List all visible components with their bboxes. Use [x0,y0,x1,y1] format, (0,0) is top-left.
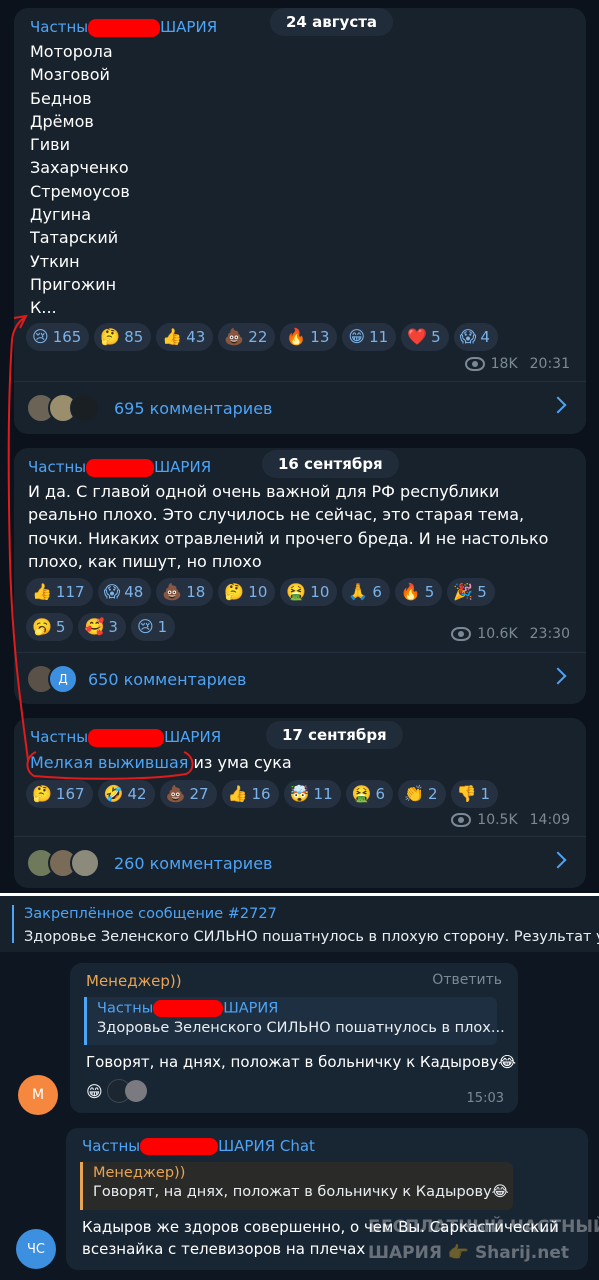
sender-name[interactable]: Менеджер)) [86,972,182,990]
redaction-mark [140,1138,219,1155]
avatar [124,1080,147,1102]
channel-feed: Частны ШАРИЯ 24 августа Моторола Мозговой… [0,0,599,893]
reply-button[interactable]: Ответить [432,972,502,988]
quoted-message[interactable]: Частны ШАРИЯ Здоровье Зеленского СИЛЬНО п… [84,997,505,1045]
message-time: 15:03 [466,1091,504,1106]
reaction-chip[interactable]: 😁 [86,1079,147,1103]
chat-message: Менеджер)) Ответить Частны ШАРИЯ Здоровье… [70,963,518,1113]
pinned-indicator [12,905,14,943]
redaction-mark [153,1000,224,1017]
avatar[interactable]: М [18,1075,58,1115]
sender-name[interactable]: Частны ШАРИЯ Chat [82,1137,315,1155]
watermark: БЕСПЛАТНЫЙ ЧАСТНЫЙ ШАРИЯ 👉 Sharij.net [368,1217,599,1263]
avatar[interactable]: ЧС [16,1229,56,1269]
pinned-message-bar[interactable]: Закреплённое сообщение #2727 Здоровье Зе… [0,896,599,952]
quoted-message[interactable]: Менеджер)) Говорят, на днях, положат в б… [80,1162,513,1210]
annotation-arrow [7,314,194,780]
message-text: Говорят, на днях, положат в больничку к … [86,1053,516,1071]
